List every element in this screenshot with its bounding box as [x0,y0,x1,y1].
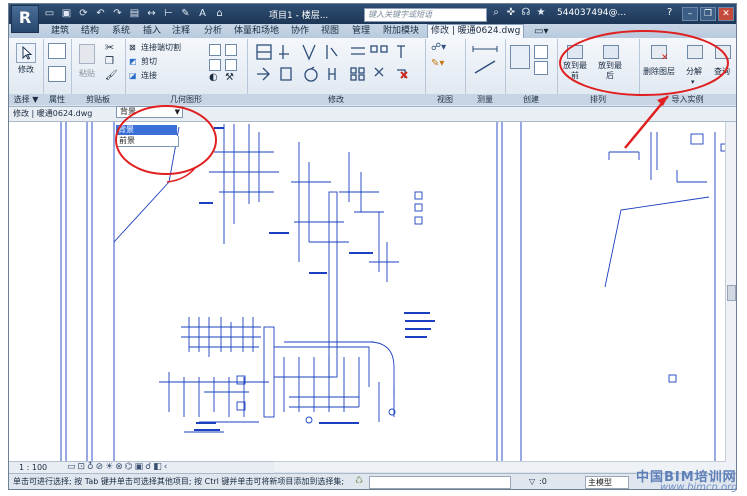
highlight-circle-dropdown [115,105,217,175]
watermark-url: www.bimcn.org [660,482,738,493]
highlight-circle-ribbon [559,30,729,96]
red-annotation-overlay [115,30,729,183]
app-menu-button[interactable]: R [11,5,39,33]
annotation-arrowhead [657,96,668,106]
